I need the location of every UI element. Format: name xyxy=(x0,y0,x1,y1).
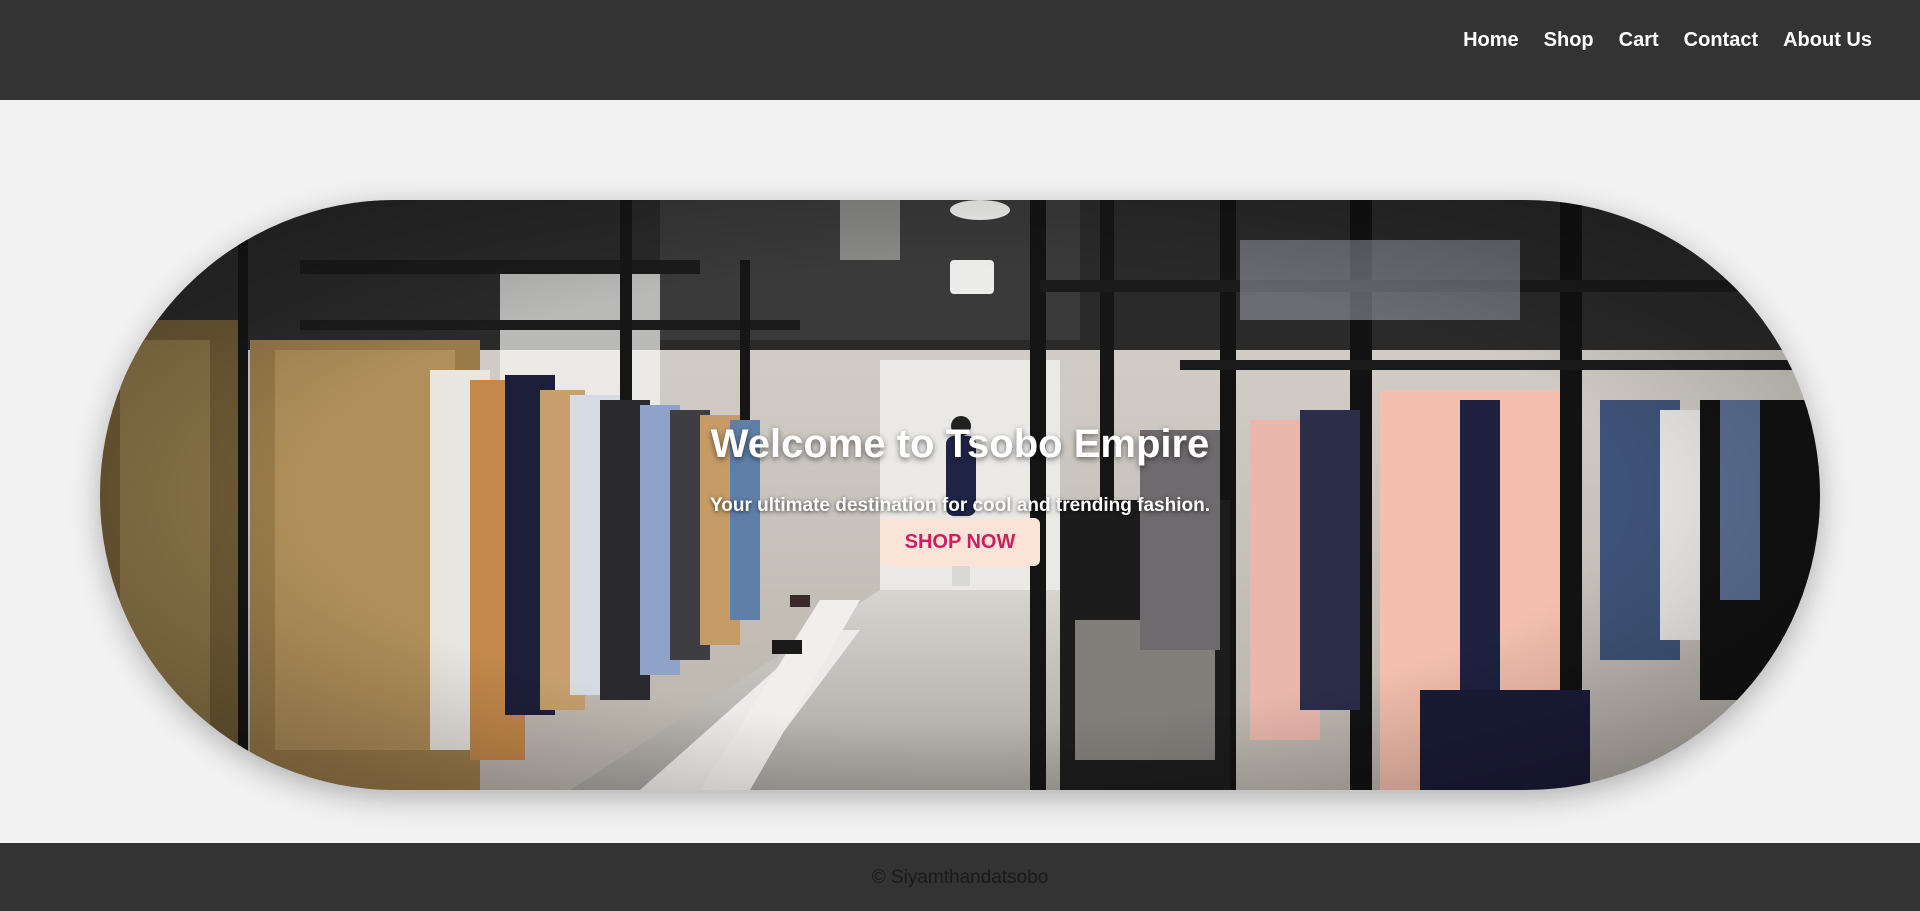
nav-link-home[interactable]: Home xyxy=(1463,26,1519,54)
hero-title: Welcome to Tsobo Empire xyxy=(710,422,1210,466)
navbar: Home Shop Cart Contact About Us xyxy=(0,0,1920,100)
nav-link-contact[interactable]: Contact xyxy=(1684,26,1758,54)
hero-subtitle: Your ultimate destination for cool and t… xyxy=(710,495,1210,516)
nav-link-shop[interactable]: Shop xyxy=(1544,26,1594,54)
nav-links: Home Shop Cart Contact About Us xyxy=(1463,26,1872,54)
footer-copyright: © Siyamthandatsobo xyxy=(871,867,1049,888)
footer: © Siyamthandatsobo xyxy=(0,843,1920,911)
shop-now-button[interactable]: SHOP NOW xyxy=(880,518,1040,566)
nav-link-cart[interactable]: Cart xyxy=(1619,26,1659,54)
hero-banner: Welcome to Tsobo Empire Your ultimate de… xyxy=(100,200,1820,790)
nav-link-about-us[interactable]: About Us xyxy=(1783,26,1872,54)
